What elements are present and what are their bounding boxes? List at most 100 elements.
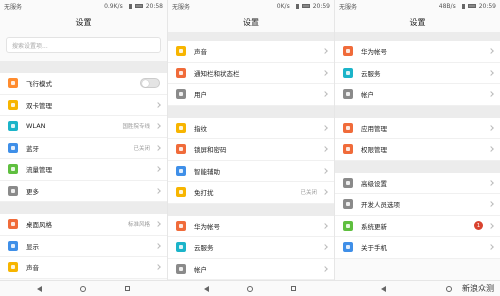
settings-item[interactable]: 帐户 <box>168 258 334 280</box>
status-right: 0.9K/s 20:58 <box>104 3 163 10</box>
display-icon <box>8 240 18 251</box>
settings-item[interactable]: 云服务 <box>168 237 334 259</box>
chevron-right-icon <box>488 69 494 76</box>
navigation-bar <box>0 280 500 296</box>
chevron-right-icon <box>322 189 328 196</box>
recents-icon[interactable] <box>124 286 130 291</box>
settings-item[interactable]: 更多 <box>0 180 167 202</box>
settings-item[interactable]: 声音 <box>168 41 334 63</box>
settings-item-label: 通知栏和状态栏 <box>194 69 240 78</box>
settings-item[interactable]: WLAN 国胜院专线 <box>0 116 167 138</box>
settings-item[interactable]: 飞行模式 <box>0 73 167 95</box>
settings-item[interactable]: 应用管理 <box>335 117 500 139</box>
settings-item-label: 免打扰 <box>194 189 214 198</box>
chevron-right-icon <box>322 69 328 76</box>
chevron-right-icon <box>155 123 161 130</box>
page-title: 设置 <box>335 12 500 32</box>
settings-item-label: 更多 <box>26 187 39 196</box>
settings-item-label: 系统更新 <box>361 222 387 231</box>
chevron-right-icon <box>488 244 494 251</box>
home-icon[interactable] <box>446 285 453 292</box>
settings-item-label: 声音 <box>194 48 207 57</box>
clock-time: 20:59 <box>312 2 330 10</box>
back-icon[interactable] <box>37 285 43 292</box>
section-divider <box>335 32 500 41</box>
chevron-right-icon <box>488 146 494 153</box>
settings-item[interactable]: 显示 <box>0 235 167 257</box>
signal-icon <box>126 3 132 9</box>
back-icon[interactable] <box>381 285 387 292</box>
settings-item[interactable]: 智能辅助 <box>168 160 334 182</box>
settings-item[interactable]: 锁屏和密码 <box>168 139 334 161</box>
settings-item[interactable]: 用户 <box>168 84 334 106</box>
settings-item[interactable]: 权限管理 <box>335 139 500 161</box>
nav-segment-2 <box>167 281 334 296</box>
page-title: 设置 <box>0 12 167 32</box>
chevron-right-icon <box>155 144 161 151</box>
settings-item-value: 已关闭 <box>300 190 317 197</box>
chevron-right-icon <box>322 48 328 55</box>
settings-item[interactable]: 流量管理 <box>0 159 167 181</box>
settings-item[interactable]: 双卡管理 <box>0 94 167 116</box>
status-bar: 无服务 0.9K/s 20:58 <box>0 0 167 12</box>
section-divider <box>168 105 334 118</box>
sim-card-icon <box>8 99 18 110</box>
settings-item[interactable]: 桌面风格 标准风格 <box>0 214 167 236</box>
home-icon[interactable] <box>247 285 253 292</box>
page-title: 设置 <box>168 12 334 32</box>
settings-item-label: 显示 <box>26 242 39 251</box>
airplane-mode-toggle[interactable] <box>140 78 160 89</box>
settings-item-value: 已关闭 <box>133 145 150 152</box>
network-speed: 48B/s <box>438 2 456 10</box>
search-input[interactable]: 搜索设置项... <box>6 37 161 53</box>
bluetooth-icon <box>8 142 18 153</box>
settings-item[interactable]: 华为帐号 <box>335 41 500 63</box>
settings-item-label: 应用管理 <box>361 124 387 133</box>
network-speed: 0.9K/s <box>104 2 123 10</box>
nav-segment-1 <box>0 281 167 296</box>
settings-item[interactable]: 通知栏和状态栏 <box>168 62 334 84</box>
chevron-right-icon <box>488 48 494 55</box>
account-icon <box>176 263 186 274</box>
carrier-label: 无服务 <box>172 3 191 11</box>
chevron-right-icon <box>322 124 328 131</box>
settings-item[interactable]: 帐户 <box>335 84 500 106</box>
fingerprint-icon <box>176 122 186 133</box>
status-bar: 无服务 0K/s 20:59 <box>168 0 334 12</box>
signal-icon <box>459 3 465 9</box>
chevron-right-icon <box>488 124 494 131</box>
settings-item-label: WLAN <box>26 122 46 131</box>
chevron-right-icon <box>488 201 494 208</box>
settings-item-label: 指纹 <box>194 124 207 133</box>
settings-item-label: 帐户 <box>361 91 374 100</box>
settings-item[interactable]: 免打扰 已关闭 <box>168 182 334 204</box>
back-icon[interactable] <box>203 285 209 292</box>
huawei-account-icon <box>343 46 353 57</box>
chevron-right-icon <box>322 244 328 251</box>
status-right: 48B/s 20:59 <box>439 3 496 10</box>
settings-item[interactable]: 开发人员选项 <box>335 194 500 216</box>
sound-icon <box>176 46 186 57</box>
settings-item[interactable]: 云服务 <box>335 62 500 84</box>
settings-item[interactable]: 系统更新 1 <box>335 215 500 237</box>
settings-item[interactable]: 声音 <box>0 257 167 279</box>
settings-item[interactable]: 华为帐号 <box>168 215 334 237</box>
section-divider <box>335 160 500 173</box>
settings-item[interactable]: 指纹 <box>168 117 334 139</box>
chevron-right-icon <box>155 166 161 173</box>
settings-item[interactable]: 高级设置 <box>335 172 500 194</box>
settings-item[interactable]: 蓝牙 已关闭 <box>0 137 167 159</box>
chevron-right-icon <box>155 101 161 108</box>
battery-icon <box>467 4 476 8</box>
settings-item-label: 高级设置 <box>361 179 387 188</box>
chevron-right-icon <box>155 242 161 249</box>
recents-icon[interactable] <box>291 286 297 291</box>
settings-item-label: 锁屏和密码 <box>194 146 227 155</box>
sound-icon <box>8 262 18 273</box>
settings-item-label: 帐户 <box>194 265 207 274</box>
settings-item[interactable]: 关于手机 <box>335 237 500 259</box>
chevron-right-icon <box>322 146 328 153</box>
home-icon[interactable] <box>80 285 87 292</box>
assist-icon <box>176 165 186 176</box>
settings-item-label: 华为帐号 <box>361 48 387 57</box>
